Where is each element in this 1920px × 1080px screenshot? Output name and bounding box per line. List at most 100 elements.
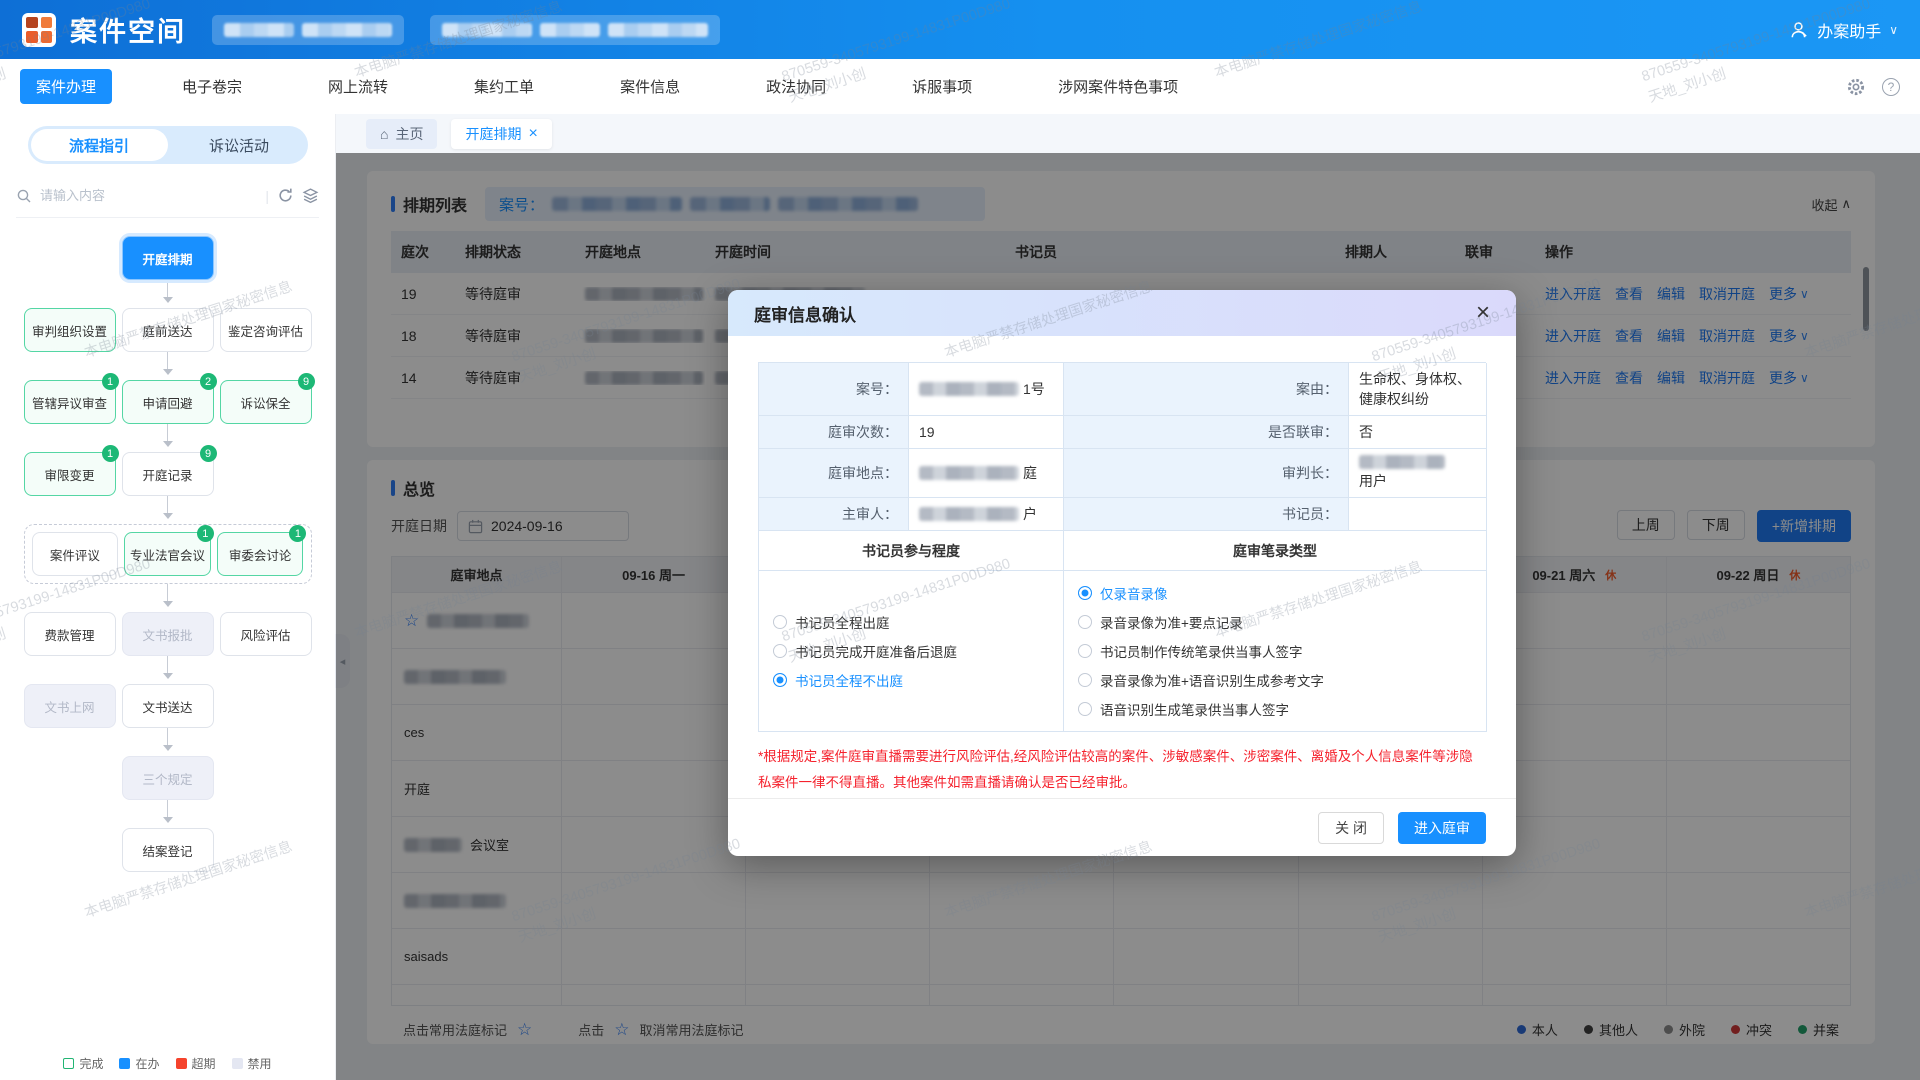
flow-node-1-2[interactable]: 鉴定咨询评估 (220, 308, 312, 352)
app-title: 案件空间 (70, 10, 186, 49)
flow-node-7-1[interactable]: 三个规定 (122, 756, 214, 800)
radio-icon (773, 644, 787, 658)
flow-node-label: 文书上网 (44, 697, 94, 716)
radio-option[interactable]: 录音录像为准+要点记录 (1078, 612, 1324, 632)
tab-litigation-activity[interactable]: 诉讼活动 (171, 126, 308, 164)
radio-icon (773, 673, 787, 687)
flow-slot-empty (220, 452, 312, 496)
legend-swatch (176, 1058, 187, 1069)
radio-option[interactable]: 录音录像为准+语音识别生成参考文字 (1078, 670, 1324, 690)
app-logo-icon (22, 13, 56, 47)
legend-item: 超期 (176, 1055, 216, 1072)
dialog-title: 庭审信息确认 (754, 301, 856, 326)
flow-row-1: 审判组织设置 庭前送达 鉴定咨询评估 (24, 308, 312, 352)
help-icon[interactable]: ? (1882, 78, 1900, 96)
radio-option[interactable]: 书记员全程不出庭 (773, 670, 957, 690)
dialog-footer: 关 闭 进入庭审 (728, 798, 1516, 856)
flow-node-4-0[interactable]: 案件评议 (32, 532, 119, 576)
flow-node-4-1[interactable]: 专业法官会议1 (124, 532, 211, 576)
radio-option[interactable]: 书记员完成开庭准备后退庭 (773, 641, 957, 661)
radio-label: 书记员制作传统笔录供当事人签字 (1100, 641, 1303, 661)
flow-node-label: 文书报批 (142, 625, 192, 644)
participation-header: 书记员参与程度 (759, 531, 1064, 571)
flow-node-6-1[interactable]: 文书送达 (122, 684, 214, 728)
nav-item-7[interactable]: 涉网案件特色事项 (1042, 69, 1194, 104)
flow-row-3: 审限变更1开庭记录9 (24, 452, 312, 496)
redacted-text (302, 23, 392, 37)
flow-arrow-icon (24, 584, 312, 612)
flow-slot-empty (220, 236, 312, 280)
nav-item-2[interactable]: 网上流转 (312, 69, 404, 104)
flow-node-2-1[interactable]: 申请回避2 (122, 380, 214, 424)
count-badge: 1 (102, 373, 119, 390)
gear-icon[interactable] (1846, 77, 1866, 97)
flow-node-0-1[interactable]: 开庭排期 (122, 236, 214, 280)
flow-node-8-1[interactable]: 结案登记 (122, 828, 214, 872)
nav-item-6[interactable]: 诉服事项 (896, 69, 988, 104)
flow-node-6-0[interactable]: 文书上网 (24, 684, 116, 728)
chevron-down-icon: ∨ (1889, 23, 1898, 37)
nav-item-3[interactable]: 集约工单 (458, 69, 550, 104)
nav-item-1[interactable]: 电子卷宗 (166, 69, 258, 104)
legend-label: 完成 (79, 1055, 103, 1072)
flow-node-label: 诉讼保全 (240, 393, 290, 412)
tab-home[interactable]: ⌂ 主页 (366, 119, 437, 149)
flow-node-3-1[interactable]: 开庭记录9 (122, 452, 214, 496)
count-badge: 2 (200, 373, 217, 390)
flow-node-1-1[interactable]: 庭前送达 (122, 308, 214, 352)
radio-icon (1078, 644, 1092, 658)
flow-node-2-2[interactable]: 诉讼保全9 (220, 380, 312, 424)
radio-option[interactable]: 书记员全程出庭 (773, 612, 957, 632)
field-label: 主审人： (759, 498, 909, 531)
radio-option[interactable]: 语音识别生成笔录供当事人签字 (1078, 699, 1324, 719)
flow-row-2: 管辖异议审查1申请回避2诉讼保全9 (24, 380, 312, 424)
flow-node-label: 申请回避 (142, 393, 192, 412)
nav-item-0[interactable]: 案件办理 (20, 69, 112, 104)
flow-legend: 完成在办超期禁用 (0, 1055, 335, 1072)
search-input[interactable] (40, 188, 257, 203)
flow-slot-empty (24, 828, 116, 872)
flow-node-5-0[interactable]: 费款管理 (24, 612, 116, 656)
flow-slot-empty (220, 684, 312, 728)
count-badge: 1 (197, 525, 214, 542)
case-info-chip-2 (430, 15, 720, 45)
radio-label: 语音识别生成笔录供当事人签字 (1100, 699, 1289, 719)
radio-label: 仅录音录像 (1100, 583, 1168, 603)
enter-hearing-button[interactable]: 进入庭审 (1398, 812, 1486, 844)
tab-court-schedule[interactable]: 开庭排期 × (451, 119, 551, 149)
flow-node-label: 开庭记录 (142, 465, 192, 484)
user-menu[interactable]: 办案助手 ∨ (1789, 18, 1898, 42)
refresh-icon[interactable] (277, 187, 294, 204)
radio-label: 书记员完成开庭准备后退庭 (795, 641, 957, 661)
flow-node-1-0[interactable]: 审判组织设置 (24, 308, 116, 352)
radio-icon (773, 615, 787, 629)
close-button[interactable]: 关 闭 (1318, 812, 1384, 844)
close-icon[interactable]: × (528, 125, 537, 143)
sidebar-search: | (16, 174, 319, 218)
nav-item-5[interactable]: 政法协同 (750, 69, 842, 104)
flow-node-label: 风险评估 (240, 625, 290, 644)
flow-node-5-2[interactable]: 风险评估 (220, 612, 312, 656)
flow-node-3-0[interactable]: 审限变更1 (24, 452, 116, 496)
field-value-suffix: 庭 (1023, 463, 1037, 483)
count-badge: 1 (289, 525, 306, 542)
field-label: 书记员： (1064, 498, 1349, 531)
flow-node-label: 审判组织设置 (32, 321, 107, 340)
tab-process-guide[interactable]: 流程指引 (31, 129, 168, 161)
field-value-suffix: 户 (1023, 504, 1037, 524)
field-value-suffix: 1号 (1023, 379, 1045, 399)
redacted-text (540, 23, 600, 37)
flow-node-label: 专业法官会议 (130, 545, 205, 564)
layers-icon[interactable] (302, 187, 319, 204)
hearing-info-table: 案号：1号案由：生命权、身体权、健康权纠纷庭审次数：19是否联审：否庭审地点：庭… (758, 362, 1486, 732)
nav-item-4[interactable]: 案件信息 (604, 69, 696, 104)
radio-option[interactable]: 书记员制作传统笔录供当事人签字 (1078, 641, 1324, 661)
dialog-close-icon[interactable]: × (1476, 301, 1490, 325)
radio-option[interactable]: 仅录音录像 (1078, 583, 1324, 603)
field-value-cell: 用户 (1349, 449, 1487, 498)
flow-node-label: 庭前送达 (142, 321, 192, 340)
flow-node-5-1[interactable]: 文书报批 (122, 612, 214, 656)
flow-node-label: 管辖异议审查 (32, 393, 107, 412)
flow-node-4-2[interactable]: 审委会讨论1 (217, 532, 304, 576)
flow-node-2-0[interactable]: 管辖异议审查1 (24, 380, 116, 424)
